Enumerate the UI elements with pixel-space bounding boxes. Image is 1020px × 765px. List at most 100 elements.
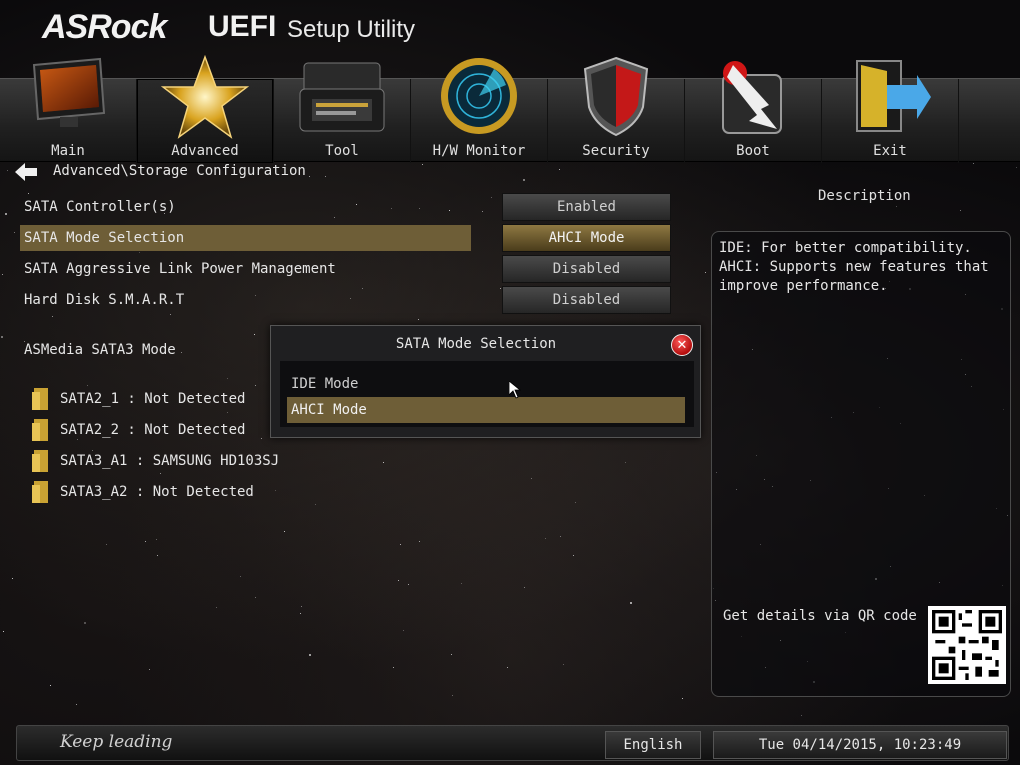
radar-icon bbox=[441, 58, 517, 134]
language-button[interactable]: English bbox=[605, 731, 701, 759]
star-dot bbox=[960, 210, 961, 211]
smart-value[interactable]: Disabled bbox=[502, 286, 671, 314]
star-dot bbox=[301, 606, 302, 607]
star-dot bbox=[157, 555, 158, 556]
tab-boot[interactable]: Boot bbox=[685, 61, 822, 163]
star-dot bbox=[896, 206, 897, 207]
star-dot bbox=[630, 602, 632, 604]
drive-folder-icon bbox=[32, 450, 48, 472]
star-dot bbox=[408, 584, 409, 585]
star-dot bbox=[362, 288, 363, 289]
star-dot bbox=[461, 583, 462, 584]
star-icon bbox=[161, 55, 249, 139]
star-dot bbox=[625, 462, 626, 463]
star-dot bbox=[255, 597, 256, 598]
tab-exit[interactable]: Exit bbox=[822, 60, 959, 163]
star-dot bbox=[261, 438, 262, 439]
star-dot bbox=[559, 169, 560, 170]
star-dot bbox=[300, 613, 301, 614]
star-dot bbox=[451, 654, 452, 655]
star-dot bbox=[1, 336, 3, 338]
star-dot bbox=[419, 541, 420, 542]
star-dot bbox=[398, 580, 399, 581]
star-dot bbox=[973, 163, 974, 164]
drive-item: SATA2_2 : Not Detected bbox=[32, 418, 245, 442]
close-icon[interactable]: ✕ bbox=[671, 334, 693, 356]
tab-main[interactable]: Main bbox=[0, 57, 137, 163]
slogan: Keep leading bbox=[60, 732, 173, 752]
dialog-title: SATA Mode Selection bbox=[395, 336, 557, 352]
star-dot bbox=[491, 197, 492, 198]
main-tab-bar: Main Advanced Tool H/W Monitor Security … bbox=[0, 55, 1020, 163]
star-dot bbox=[449, 210, 450, 211]
tab-tool[interactable]: Tool bbox=[274, 62, 411, 163]
drive-label: SATA3_A2 : Not Detected bbox=[60, 484, 254, 500]
tab-security[interactable]: Security bbox=[548, 56, 685, 163]
setting-label-sata-mode[interactable]: SATA Mode Selection bbox=[24, 230, 184, 246]
tab-advanced-label: Advanced bbox=[171, 143, 239, 159]
star-dot bbox=[801, 715, 802, 716]
star-dot bbox=[240, 576, 241, 577]
qr-code bbox=[928, 606, 1006, 684]
star-dot bbox=[255, 385, 256, 386]
sata-mode-dialog: SATA Mode Selection ✕ IDE Mode AHCI Mode bbox=[270, 325, 701, 438]
setting-label-sata-controllers[interactable]: SATA Controller(s) bbox=[24, 199, 176, 215]
star-dot bbox=[145, 541, 146, 542]
toolbox-icon bbox=[299, 62, 385, 132]
star-dot bbox=[400, 544, 401, 545]
star-dot bbox=[28, 193, 29, 194]
star-dot bbox=[507, 667, 508, 668]
drive-folder-icon bbox=[32, 419, 48, 441]
star-dot bbox=[309, 176, 310, 177]
star-dot bbox=[418, 319, 419, 320]
setting-label-smart[interactable]: Hard Disk S.M.A.R.T bbox=[24, 292, 184, 308]
setting-label-sata-alpm[interactable]: SATA Aggressive Link Power Management bbox=[24, 261, 336, 277]
drive-folder-icon bbox=[32, 481, 48, 503]
star-dot bbox=[170, 314, 171, 315]
star-dot bbox=[14, 232, 15, 233]
star-dot bbox=[84, 622, 86, 624]
star-dot bbox=[12, 578, 13, 579]
qr-label: Get details via QR code bbox=[723, 608, 917, 624]
back-arrow-icon[interactable] bbox=[15, 163, 37, 181]
product-title: UEFI bbox=[208, 10, 277, 43]
boot-arrow-icon bbox=[722, 61, 782, 134]
drive-label: SATA3_A1 : SAMSUNG HD103SJ bbox=[60, 453, 280, 469]
monitor-icon bbox=[32, 57, 106, 127]
star-dot bbox=[227, 412, 228, 413]
option-ide-mode[interactable]: IDE Mode bbox=[287, 371, 685, 397]
star-dot bbox=[160, 473, 161, 474]
star-dot bbox=[523, 179, 525, 181]
star-dot bbox=[393, 667, 394, 668]
star-dot bbox=[482, 211, 483, 212]
drive-item: SATA2_1 : Not Detected bbox=[32, 387, 245, 411]
star-dot bbox=[419, 208, 420, 209]
star-dot bbox=[452, 695, 453, 696]
star-dot bbox=[227, 378, 228, 379]
option-ahci-mode[interactable]: AHCI Mode bbox=[287, 397, 685, 423]
star-dot bbox=[545, 538, 546, 539]
tab-exit-label: Exit bbox=[873, 143, 907, 159]
tab-advanced[interactable]: Advanced bbox=[137, 55, 274, 163]
sata-mode-value[interactable]: AHCI Mode bbox=[502, 224, 671, 252]
star-dot bbox=[106, 544, 107, 545]
dialog-option-list: IDE Mode AHCI Mode bbox=[280, 361, 694, 427]
star-dot bbox=[7, 170, 8, 171]
star-dot bbox=[500, 288, 501, 289]
star-dot bbox=[575, 502, 576, 503]
breadcrumb: Advanced\Storage Configuration bbox=[53, 163, 306, 179]
asmedia-sata3-label[interactable]: ASMedia SATA3 Mode bbox=[24, 342, 176, 358]
product-subtitle: Setup Utility bbox=[287, 16, 416, 43]
description-text: IDE: For better compatibility. AHCI: Sup… bbox=[719, 240, 989, 294]
tab-boot-label: Boot bbox=[736, 143, 770, 159]
star-dot bbox=[87, 385, 88, 386]
star-dot bbox=[254, 334, 255, 335]
star-dot bbox=[383, 462, 384, 463]
tab-hw-monitor[interactable]: H/W Monitor bbox=[411, 58, 548, 163]
sata-alpm-value[interactable]: Disabled bbox=[502, 255, 671, 283]
star-dot bbox=[181, 352, 182, 353]
star-dot bbox=[50, 685, 51, 686]
star-dot bbox=[52, 316, 53, 317]
star-dot bbox=[682, 698, 683, 699]
sata-controllers-value[interactable]: Enabled bbox=[502, 193, 671, 221]
